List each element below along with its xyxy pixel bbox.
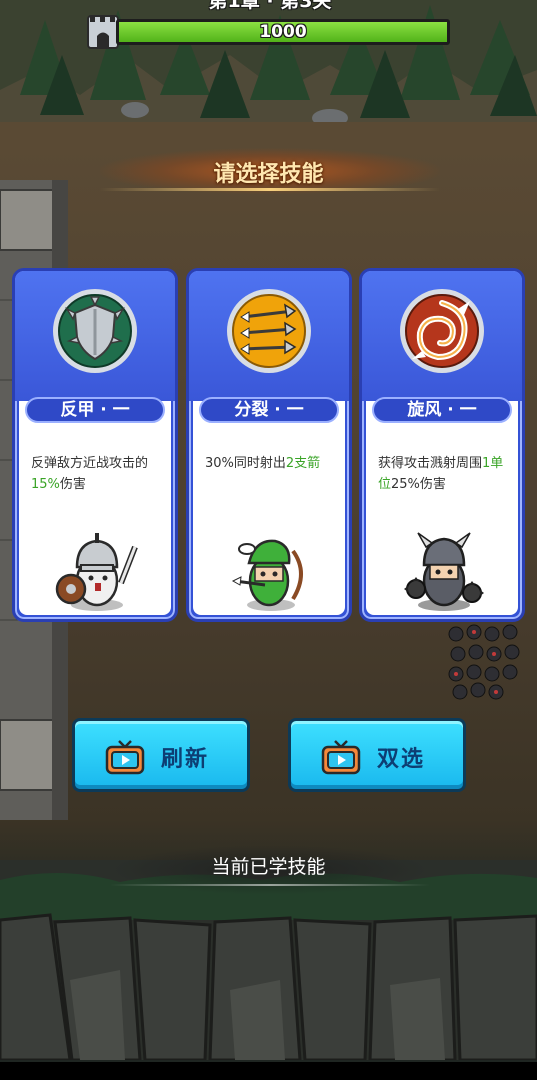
bottom-bar [0, 1062, 537, 1080]
skill-name: 反甲 · 一 [25, 397, 165, 423]
skill-name: 分裂 · 一 [199, 397, 339, 423]
enemy-horde [448, 624, 520, 700]
castle-hp-bar: 1000 [116, 19, 450, 45]
learned-underline [110, 884, 430, 886]
video-ad-icon [321, 740, 361, 775]
archer-hero-icon [231, 539, 303, 611]
knight-hero-icon [55, 533, 138, 611]
learned-skills-title: 当前已学技能 [211, 856, 326, 878]
skill-description: 30%同时射出2支箭 [205, 456, 321, 471]
video-ad-icon [105, 740, 145, 775]
double-pick-label: 双选 [377, 747, 426, 772]
spiked-shield-icon [53, 289, 137, 373]
castle-hp-value: 1000 [259, 22, 307, 42]
skill-card-split-shot[interactable]: 分裂 · 一 30%同时射出2支箭 [186, 268, 352, 622]
double-pick-button[interactable]: 双选 [288, 718, 466, 792]
whirlwind-icon [400, 289, 484, 373]
castle-icon [87, 15, 119, 49]
castle-hp-display: 1000 [86, 14, 456, 50]
skill-name: 旋风 · 一 [372, 397, 512, 423]
title-underline [100, 188, 440, 191]
triple-arrow-icon [227, 289, 311, 373]
refresh-label: 刷新 [161, 747, 210, 772]
refresh-button[interactable]: 刷新 [72, 718, 250, 792]
flail-warrior-hero-icon [404, 532, 484, 611]
skill-card-whirlwind[interactable]: 旋风 · 一 获得攻击溅射周围1单位25%伤害 [359, 268, 525, 622]
skill-description: 反弹敌方近战攻击的15%伤害 [31, 456, 149, 492]
skill-select-title: 请选择技能 [213, 162, 324, 187]
stage-title: 第1章 · 第3关 [208, 0, 332, 12]
skill-description: 获得攻击溅射周围1单位25%伤害 [378, 456, 504, 492]
game-screen: 第1章 · 第3关 1000 请选择技能 反甲 · 一 反弹敌方近战攻击的15%… [0, 0, 537, 1080]
skill-card-counter-armor[interactable]: 反甲 · 一 反弹敌方近战攻击的15%伤害 [12, 268, 178, 622]
